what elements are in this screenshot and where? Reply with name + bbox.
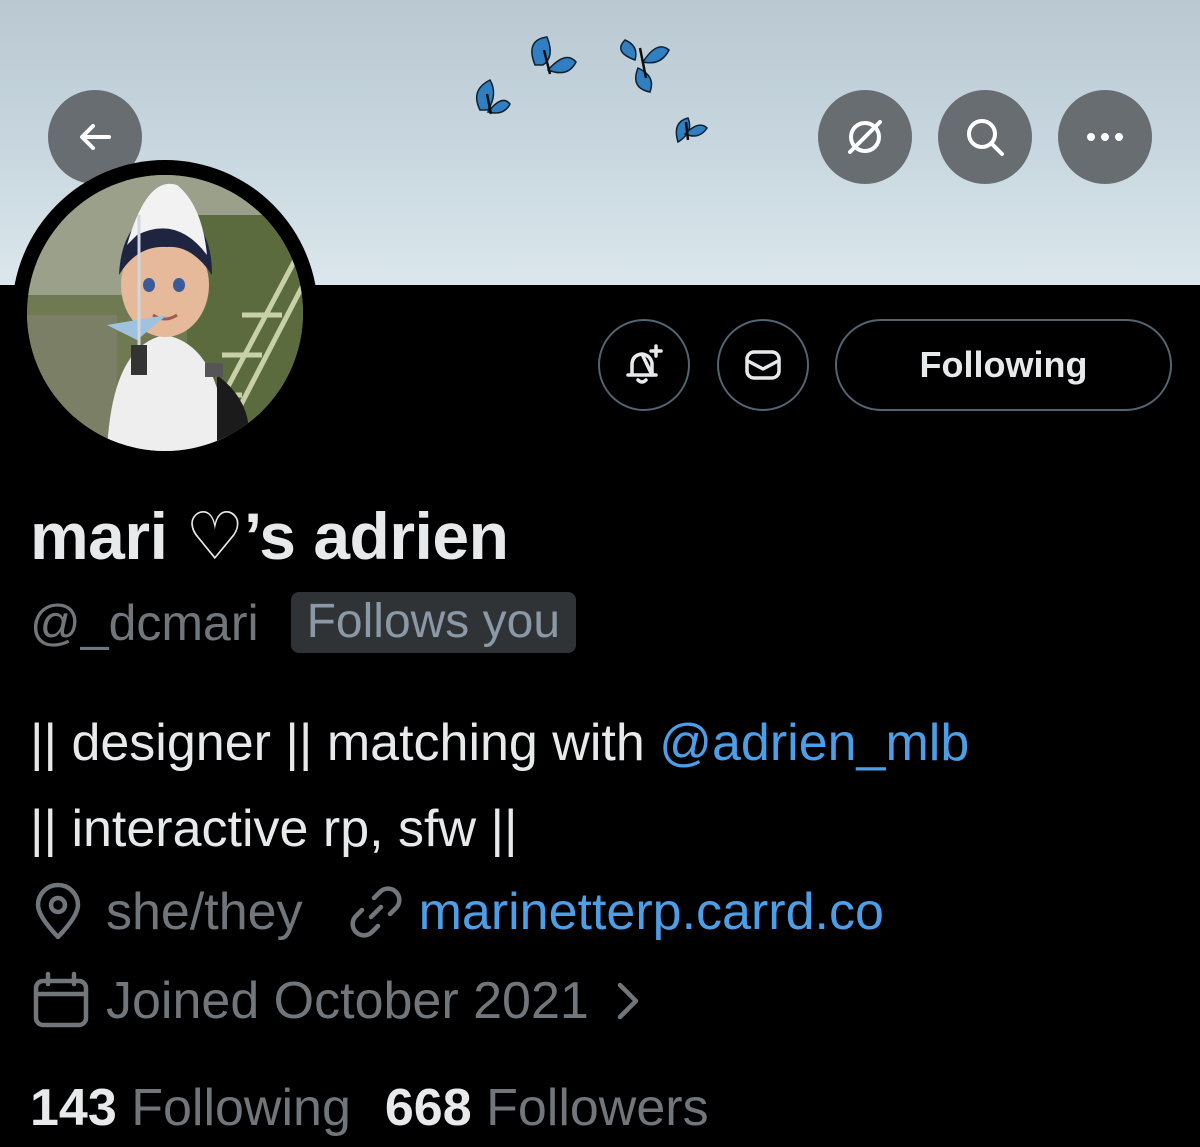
notification-button[interactable] (598, 319, 690, 411)
handle: @_dcmari (30, 594, 259, 651)
avatar-image (27, 175, 303, 451)
grok-icon (848, 120, 882, 154)
follow-stats: 143 Following 668 Followers (30, 1078, 709, 1138)
calendar-icon (33, 971, 89, 1028)
search-icon (967, 119, 1004, 156)
followers-label: Followers (486, 1079, 709, 1137)
search-button[interactable] (938, 90, 1032, 184)
following-count: 143 (30, 1079, 117, 1137)
following-button[interactable]: Following (835, 319, 1172, 411)
bio-line-2: || interactive rp, sfw || (30, 800, 518, 858)
bio-line-1: || designer || matching with @adrien_mlb (30, 700, 969, 786)
message-button[interactable] (717, 319, 809, 411)
bio-text: || designer || matching with (30, 714, 660, 772)
followers-count: 668 (384, 1079, 472, 1137)
bio-mention-link[interactable]: @adrien_mlb (659, 714, 969, 772)
joined-text: Joined October 2021 (106, 972, 589, 1030)
profile-avatar[interactable] (12, 160, 318, 466)
handle-row: @_dcmari Follows you (30, 592, 577, 653)
location-pin-icon (35, 882, 81, 940)
followers-stat[interactable]: 668 Followers (385, 1079, 709, 1137)
location-text: she/they (106, 883, 303, 941)
bio: || designer || matching with @adrien_mlb… (30, 700, 969, 872)
link-icon (350, 886, 402, 938)
more-icon (1087, 133, 1123, 141)
website-link[interactable]: marinetterp.carrd.co (419, 882, 884, 942)
bell-plus-icon (626, 344, 663, 384)
profile-meta-row: she/they marinetterp.carrd.co (30, 882, 884, 942)
display-name: mari ♡’s adrien (30, 499, 509, 573)
butterflies-image (475, 36, 708, 144)
follows-you-badge: Follows you (290, 592, 577, 653)
following-label: Following (131, 1079, 351, 1137)
arrow-left-icon (80, 124, 111, 150)
more-button[interactable] (1058, 90, 1152, 184)
joined-row[interactable]: Joined October 2021 (30, 970, 645, 1032)
chevron-right-icon (617, 982, 639, 1020)
following-stat[interactable]: 143 Following (30, 1079, 351, 1137)
envelope-icon (745, 350, 781, 380)
grok-button[interactable] (818, 90, 912, 184)
